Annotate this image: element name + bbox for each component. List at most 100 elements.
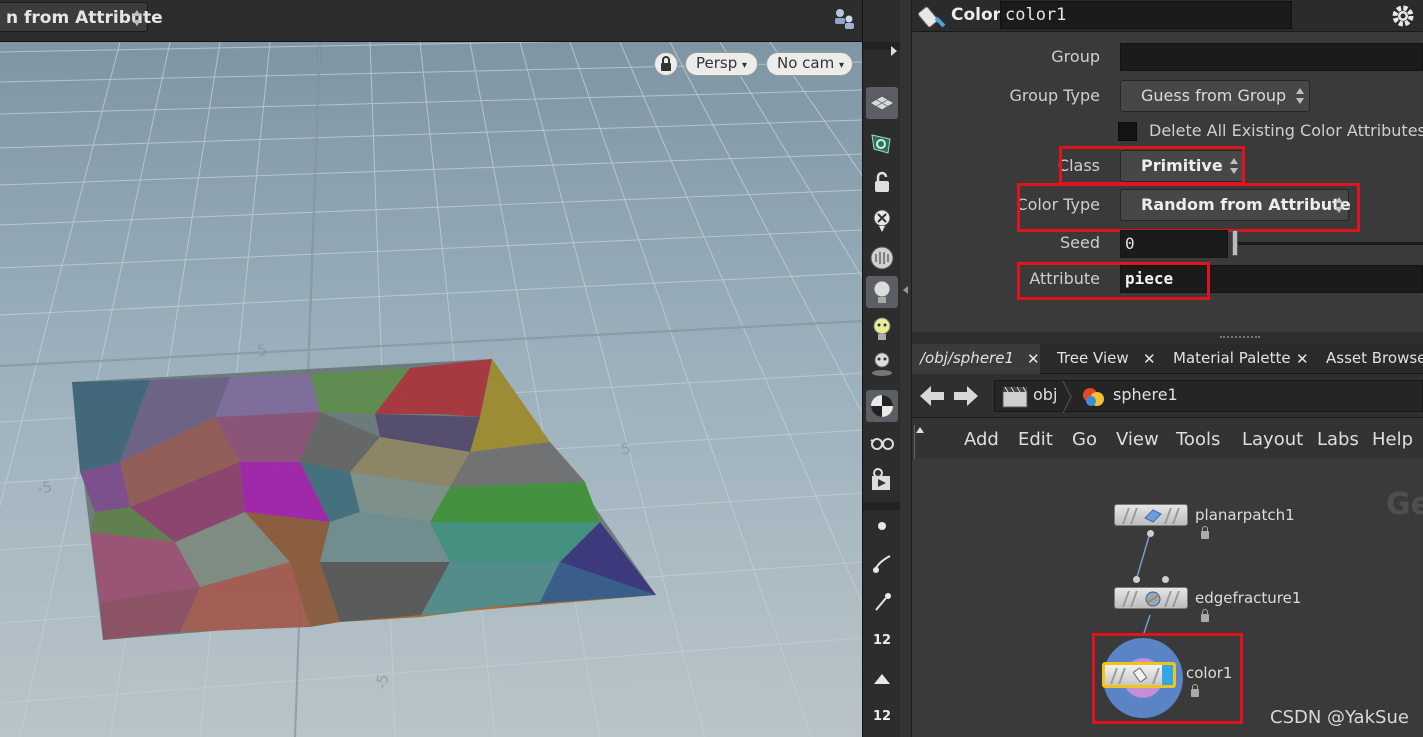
visualizer-button[interactable] bbox=[866, 428, 898, 460]
menu-add[interactable]: Add bbox=[964, 429, 999, 450]
seed-slider-handle[interactable] bbox=[1232, 230, 1238, 256]
pin-icon bbox=[875, 593, 891, 611]
menu-layout[interactable]: Layout bbox=[1242, 429, 1303, 450]
path-root[interactable]: obj bbox=[1033, 385, 1057, 404]
flipbook-button[interactable] bbox=[866, 464, 898, 496]
shading-button[interactable] bbox=[866, 242, 898, 274]
close-icon[interactable]: ✕ bbox=[1143, 350, 1156, 368]
gear-icon[interactable] bbox=[1389, 2, 1417, 30]
display-grid-button[interactable] bbox=[866, 87, 898, 119]
forward-arrow-icon[interactable] bbox=[952, 384, 980, 408]
breadcrumb-separator-icon bbox=[1062, 381, 1072, 413]
delete-attrs-checkbox[interactable] bbox=[1118, 122, 1137, 141]
camera-select-menu[interactable]: No cam ▾ bbox=[766, 52, 853, 76]
sphere-geo-icon bbox=[1079, 385, 1107, 409]
tab-asset-browser-label: Asset Browser bbox=[1326, 349, 1423, 367]
pane-splitter[interactable] bbox=[900, 0, 912, 737]
node-name-field[interactable]: color1 bbox=[1000, 1, 1292, 29]
background-button[interactable] bbox=[866, 390, 898, 422]
node-edgefracture1[interactable] bbox=[1114, 587, 1188, 609]
primitive-numbers-label: 12 bbox=[872, 708, 892, 724]
display-normals-button[interactable] bbox=[866, 548, 898, 580]
navigation-bar: obj sphere1 bbox=[912, 374, 1423, 418]
menu-help[interactable]: Help bbox=[1372, 429, 1413, 450]
camera-view-menu[interactable]: Persp ▾ bbox=[685, 52, 758, 76]
path-breadcrumb: obj sphere1 bbox=[994, 380, 1423, 413]
output-port[interactable] bbox=[1147, 530, 1154, 537]
viewport-scene[interactable]: 5 -5 5 -5 Persp ▾ No cam ▾ bbox=[0, 35, 862, 737]
menu-go[interactable]: Go bbox=[1072, 429, 1097, 450]
network-canvas[interactable]: Ge planarpatch1 edgefracture1 color1 CSD… bbox=[912, 459, 1423, 737]
point-size-button[interactable] bbox=[866, 510, 898, 542]
glasses-icon bbox=[870, 438, 894, 450]
headlight-button[interactable] bbox=[866, 276, 898, 308]
expand-arrow-icon[interactable] bbox=[891, 46, 897, 56]
high-quality-lighting-button[interactable] bbox=[866, 348, 898, 380]
path-current[interactable]: sphere1 bbox=[1113, 385, 1178, 404]
tab-material-palette[interactable]: Material Palette bbox=[1165, 344, 1295, 374]
highlight-attribute bbox=[1017, 262, 1210, 300]
close-icon[interactable]: ✕ bbox=[1027, 350, 1040, 368]
scene-viewport[interactable]: n from Attribute ? bbox=[0, 0, 862, 737]
tab-tree-view[interactable]: Tree View bbox=[1049, 344, 1149, 374]
network-pane: /obj/sphere1 ✕ Tree View ✕ Material Pale… bbox=[912, 332, 1423, 737]
chevron-down-icon: ▾ bbox=[742, 60, 748, 71]
ghost-button[interactable] bbox=[866, 204, 898, 236]
primitive-display-button[interactable] bbox=[866, 662, 898, 694]
tab-tree-view-label: Tree View bbox=[1057, 349, 1129, 367]
pane-divider[interactable] bbox=[912, 332, 1423, 344]
highlight-color-type bbox=[1017, 183, 1360, 232]
input-port[interactable] bbox=[1133, 576, 1140, 583]
viewport-mode-select[interactable]: n from Attribute bbox=[0, 2, 163, 32]
normals-icon bbox=[873, 555, 891, 573]
pane-tabs: /obj/sphere1 ✕ Tree View ✕ Material Pale… bbox=[912, 344, 1423, 374]
menu-edit[interactable]: Edit bbox=[1018, 429, 1053, 450]
parameter-pane: Color color1 Group Group Type Guess from… bbox=[912, 0, 1423, 332]
group-type-menu[interactable]: Guess from Group bbox=[1120, 80, 1310, 112]
seed-field[interactable]: 0 bbox=[1120, 230, 1228, 258]
menu-tools[interactable]: Tools bbox=[1176, 429, 1220, 450]
display-options-icon[interactable] bbox=[832, 6, 858, 32]
obj-context-icon bbox=[1001, 385, 1029, 409]
sphere-shading-icon bbox=[870, 246, 894, 270]
group-type-value: Guess from Group bbox=[1141, 86, 1287, 105]
toolbar-separator bbox=[863, 502, 901, 510]
lock-camera-button[interactable] bbox=[866, 166, 898, 198]
chevron-down-icon: ▾ bbox=[839, 60, 845, 71]
viewport-side-toolbar: 12 12 bbox=[862, 0, 901, 737]
lock-icon bbox=[1201, 609, 1209, 622]
point-numbers-button[interactable]: 12 bbox=[866, 624, 898, 656]
menu-labs[interactable]: Labs bbox=[1317, 429, 1359, 450]
lock-icon bbox=[1201, 526, 1209, 539]
spinner-icon bbox=[1295, 87, 1305, 105]
group-type-label: Group Type bbox=[1009, 86, 1100, 105]
checker-sphere-icon bbox=[871, 395, 893, 417]
menu-view[interactable]: View bbox=[1116, 429, 1159, 450]
tab-network[interactable]: /obj/sphere1 bbox=[912, 344, 1040, 374]
collapse-arrow-icon[interactable] bbox=[903, 286, 908, 294]
drag-handle-icon[interactable] bbox=[1220, 336, 1260, 338]
lock-icon bbox=[661, 56, 671, 71]
scroll-up-icon[interactable] bbox=[914, 425, 924, 459]
node-label: planarpatch1 bbox=[1195, 506, 1295, 524]
node-planarpatch1[interactable] bbox=[1114, 504, 1188, 526]
node-label: edgefracture1 bbox=[1195, 589, 1302, 607]
display-points-button[interactable] bbox=[866, 127, 898, 159]
seed-label: Seed bbox=[1060, 233, 1100, 252]
delete-attrs-label: Delete All Existing Color Attributes bbox=[1149, 121, 1423, 140]
dot-icon bbox=[878, 522, 886, 530]
group-field[interactable] bbox=[1120, 43, 1423, 71]
normal-lighting-button[interactable] bbox=[866, 313, 898, 345]
close-icon[interactable]: ✕ bbox=[1296, 350, 1309, 368]
input-port[interactable] bbox=[1162, 576, 1169, 583]
pick-geometry-icon bbox=[871, 134, 891, 154]
camera-lock-button[interactable] bbox=[654, 52, 678, 76]
grid-icon bbox=[869, 95, 895, 111]
seed-slider-track[interactable] bbox=[1236, 242, 1423, 245]
back-arrow-icon[interactable] bbox=[918, 384, 946, 408]
lock-icon bbox=[875, 171, 889, 192]
primitive-numbers-button[interactable]: 12 bbox=[866, 700, 898, 732]
display-vectors-button[interactable] bbox=[866, 586, 898, 618]
tab-network-label: /obj/sphere1 bbox=[920, 349, 1014, 367]
tab-asset-browser[interactable]: Asset Browser bbox=[1317, 344, 1423, 374]
